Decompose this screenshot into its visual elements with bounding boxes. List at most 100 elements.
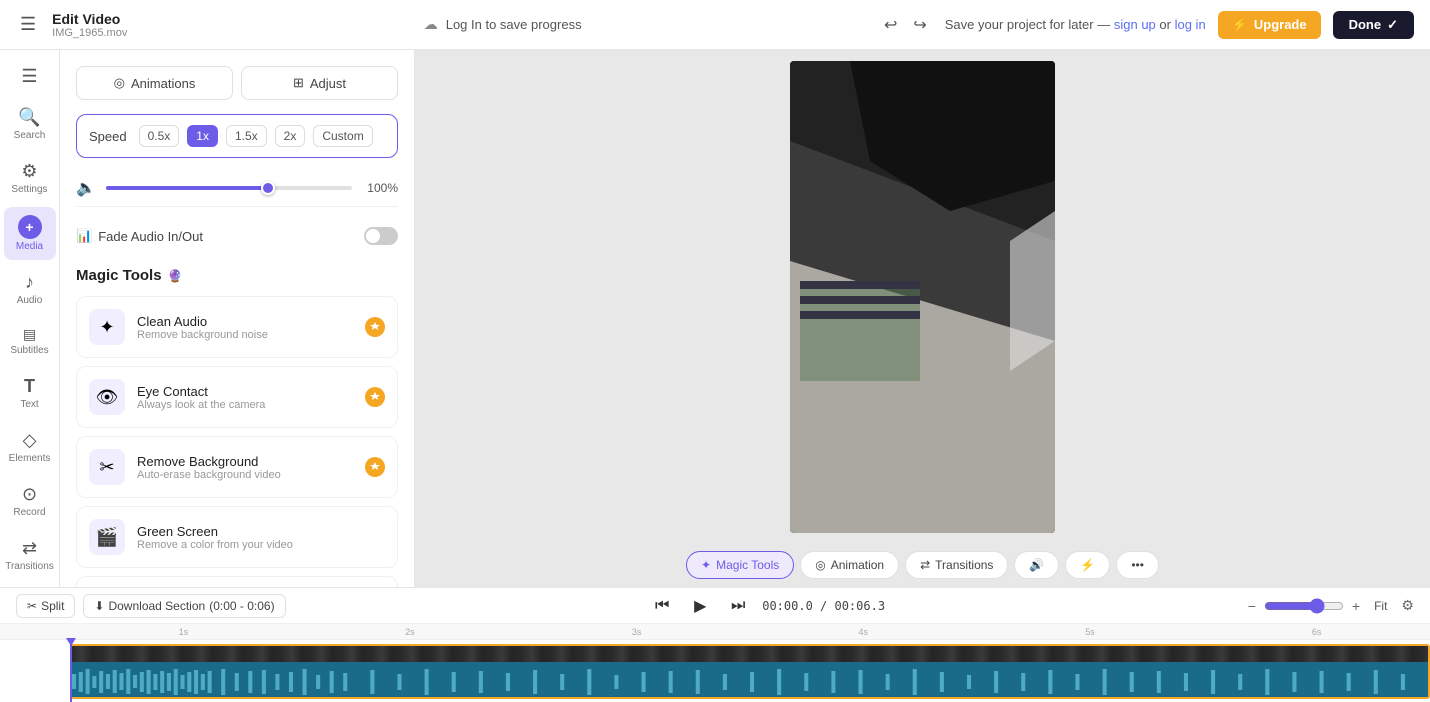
checkmark-icon: ✓ [1387, 17, 1398, 33]
magic-item-clean-audio[interactable]: ✦ Clean Audio Remove background noise [76, 296, 398, 358]
clean-audio-text: Clean Audio Remove background noise [137, 314, 268, 341]
green-screen-icon: 🎬 [89, 519, 125, 555]
fit-button[interactable]: Fit [1368, 597, 1393, 615]
speed-custom[interactable]: Custom [313, 125, 372, 147]
animation-toolbar-icon: ◎ [815, 558, 825, 572]
done-button[interactable]: Done ✓ [1333, 11, 1414, 39]
timeline-center-controls: ⏮ ▶ ⏭ 00:00.0 / 00:06.3 [648, 592, 885, 620]
volume-toolbar-icon: 🔊 [1029, 558, 1044, 572]
tab-adjust[interactable]: ⊞ Adjust [241, 66, 398, 100]
track-content[interactable] [70, 644, 1430, 699]
download-section-button[interactable]: ⬇ Download Section (0:00 - 0:06) [83, 594, 285, 618]
sidebar-item-transitions[interactable]: ⇄ Transitions [4, 530, 56, 580]
speed-1.5x[interactable]: 1.5x [226, 125, 267, 147]
page-title: Edit Video [52, 11, 127, 27]
timeline-area: ✂ Split ⬇ Download Section (0:00 - 0:06)… [0, 587, 1430, 702]
filename-label: IMG_1965.mov [52, 27, 127, 39]
toolbar-more[interactable]: ••• [1116, 551, 1159, 579]
sidebar-item-elements[interactable]: ◇ Elements [4, 422, 56, 472]
magic-tools-toolbar-icon: ✦ [701, 558, 711, 572]
volume-value: 100% [362, 181, 398, 195]
volume-icon: 🔈 [76, 178, 96, 198]
green-screen-text: Green Screen Remove a color from your vi… [137, 524, 293, 551]
sidebar-item-subtitles[interactable]: ▤ Subtitles [4, 318, 56, 364]
ruler-mark-6s: 6s [1312, 627, 1322, 637]
elements-icon: ◇ [23, 430, 37, 451]
log-in-link[interactable]: log in [1175, 17, 1206, 32]
timeline-ruler: 1s 2s 3s 4s 5s 6s [0, 624, 1430, 640]
clean-audio-icon: ✦ [89, 309, 125, 345]
split-button[interactable]: ✂ Split [16, 594, 75, 618]
volume-thumb[interactable] [261, 181, 275, 195]
video-canvas: ↻ [415, 50, 1430, 543]
main-layout: ☰ 🔍 Search ⚙ Settings + Media ♪ Audio ▤ … [0, 50, 1430, 587]
elements-label: Elements [9, 453, 51, 464]
magic-item-remove-background[interactable]: ✂ Remove Background Auto-erase backgroun… [76, 436, 398, 498]
sidebar-item-media[interactable]: + Media [4, 207, 56, 260]
skip-forward-button[interactable]: ⏭ [724, 592, 752, 620]
volume-control: 🔈 100% [76, 170, 398, 207]
hamburger-menu[interactable]: ☰ [16, 10, 40, 39]
record-label: Record [13, 507, 45, 518]
enhance-toolbar-icon: ⚡ [1080, 558, 1095, 572]
skip-back-button[interactable]: ⏮ [648, 592, 676, 620]
magic-item-eye-contact[interactable]: 👁 Eye Contact Always look at the camera [76, 366, 398, 428]
speed-label: Speed [89, 129, 127, 144]
toolbar-transitions[interactable]: ⇄ Transitions [905, 551, 1008, 579]
icon-bar: ☰ 🔍 Search ⚙ Settings + Media ♪ Audio ▤ … [0, 50, 60, 587]
toolbar-magic-tools[interactable]: ✦ Magic Tools [686, 551, 794, 579]
cloud-icon: ☁ [424, 16, 438, 33]
zoom-out-button[interactable]: − [1248, 598, 1256, 614]
play-button[interactable]: ▶ [686, 592, 714, 620]
redo-button[interactable]: ↪ [907, 11, 932, 39]
fade-toggle[interactable] [364, 227, 398, 245]
zoom-slider[interactable] [1264, 598, 1344, 614]
topbar-right: ↩ ↪ Save your project for later — sign u… [878, 11, 1414, 39]
speed-2x[interactable]: 2x [275, 125, 306, 147]
record-icon: ⊙ [22, 484, 37, 505]
audio-waveform [72, 662, 1428, 699]
text-label: Text [20, 399, 38, 410]
track-waveform [70, 644, 1430, 699]
sidebar-item-settings[interactable]: ⚙ Settings [4, 153, 56, 203]
timeline-settings-button[interactable]: ⚙ [1401, 597, 1414, 614]
sidebar-item-audio[interactable]: ♪ Audio [4, 264, 56, 314]
undo-button[interactable]: ↩ [878, 11, 903, 39]
tab-animations[interactable]: ◎ Animations [76, 66, 233, 100]
topbar: ☰ Edit Video IMG_1965.mov ☁ Log In to sa… [0, 0, 1430, 50]
sidebar-item-search[interactable]: 🔍 Search [4, 99, 56, 149]
timeline-left-controls: ✂ Split ⬇ Download Section (0:00 - 0:06) [16, 594, 286, 618]
ruler-mark-2s: 2s [405, 627, 415, 637]
magic-item-magic-cut[interactable]: ✂ Magic Cut Remove ums, ahs and bad take… [76, 576, 398, 587]
zoom-in-button[interactable]: + [1352, 598, 1360, 614]
speed-0.5x[interactable]: 0.5x [139, 125, 180, 147]
sidebar-item-hamburger[interactable]: ☰ [4, 58, 56, 95]
magic-item-green-screen[interactable]: 🎬 Green Screen Remove a color from your … [76, 506, 398, 568]
toolbar-enhance[interactable]: ⚡ [1065, 551, 1110, 579]
log-in-notice[interactable]: Log In to save progress [446, 17, 582, 32]
edit-panel: ◎ Animations ⊞ Adjust Speed 0.5x 1x 1.5x… [60, 50, 415, 587]
hamburger-icon: ☰ [21, 66, 37, 87]
transitions-label: Transitions [5, 561, 54, 572]
track-area: 1s 2s 3s 4s 5s 6s [0, 624, 1430, 702]
timeline-right-controls: − + Fit ⚙ [1248, 597, 1414, 615]
sidebar-item-record[interactable]: ⊙ Record [4, 476, 56, 526]
sidebar-item-text[interactable]: T Text [4, 368, 56, 418]
download-icon: ⬇ [94, 599, 104, 613]
text-icon: T [24, 376, 35, 397]
toolbar-animation[interactable]: ◎ Animation [800, 551, 899, 579]
canvas-bottom-toolbar: ✦ Magic Tools ◎ Animation ⇄ Transitions … [415, 543, 1430, 587]
timeline-controls: ✂ Split ⬇ Download Section (0:00 - 0:06)… [0, 588, 1430, 624]
search-label: Search [14, 130, 46, 141]
animations-tab-icon: ◎ [114, 75, 125, 91]
media-label: Media [16, 241, 43, 252]
fade-label-group: 📊 Fade Audio In/Out [76, 228, 203, 244]
speed-1x[interactable]: 1x [187, 125, 218, 147]
settings-icon: ⚙ [21, 161, 37, 182]
magic-tools-icon: 🔮 [168, 269, 183, 283]
fade-label-text: Fade Audio In/Out [98, 229, 203, 244]
sign-up-link[interactable]: sign up [1114, 17, 1156, 32]
toolbar-volume[interactable]: 🔊 [1014, 551, 1059, 579]
upgrade-button[interactable]: ⚡ Upgrade [1218, 11, 1321, 39]
fade-control: 📊 Fade Audio In/Out [76, 219, 398, 253]
